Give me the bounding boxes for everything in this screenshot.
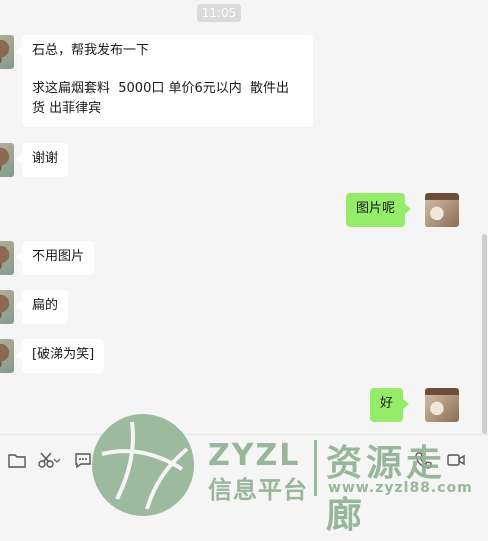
message-text: [破涕为笑] [32, 347, 95, 362]
message-text: 货 出菲律宾 [32, 101, 102, 116]
incoming-message[interactable]: 石总，帮我发布一下 求这扁烟套料 5000口 单价6元以内 散件出 货 出菲律宾 [16, 35, 313, 127]
message-toolbar [0, 434, 488, 485]
message-text: 图片呢 [356, 201, 396, 216]
message-text: 好 [380, 396, 394, 411]
contact-avatar[interactable] [0, 35, 14, 69]
contact-avatar[interactable] [0, 339, 14, 373]
chat-bubble-icon[interactable] [73, 451, 93, 469]
outgoing-message[interactable]: 好 [370, 388, 410, 422]
my-avatar[interactable] [425, 388, 459, 422]
message-timestamp: 11:05 [197, 4, 241, 22]
chat-scrollbar[interactable] [482, 234, 487, 434]
message-text: 扁的 [32, 298, 59, 313]
video-icon[interactable] [446, 451, 466, 469]
incoming-message[interactable]: [破涕为笑] [15, 339, 105, 373]
folder-icon[interactable] [7, 451, 27, 469]
outgoing-message[interactable]: 图片呢 [346, 193, 412, 227]
my-avatar[interactable] [425, 193, 459, 227]
phone-icon[interactable] [414, 451, 434, 469]
message-input-area[interactable] [0, 485, 488, 541]
incoming-message[interactable]: 不用图片 [15, 241, 95, 275]
contact-avatar[interactable] [0, 241, 14, 275]
dropdown-arrow-icon[interactable] [53, 451, 61, 469]
contact-avatar[interactable] [0, 143, 14, 177]
incoming-message[interactable]: 谢谢 [15, 143, 69, 177]
message-text: 石总，帮我发布一下 [32, 43, 150, 58]
message-text: 谢谢 [32, 151, 59, 166]
contact-avatar[interactable] [0, 290, 14, 324]
incoming-message[interactable]: 扁的 [15, 290, 69, 324]
message-text: 求这扁烟套料 5000口 单价6元以内 散件出 [32, 81, 290, 96]
message-text: 不用图片 [32, 249, 85, 264]
chat-history[interactable]: 11:05 石总，帮我发布一下 求这扁烟套料 5000口 单价6元以内 散件出 … [0, 0, 488, 434]
